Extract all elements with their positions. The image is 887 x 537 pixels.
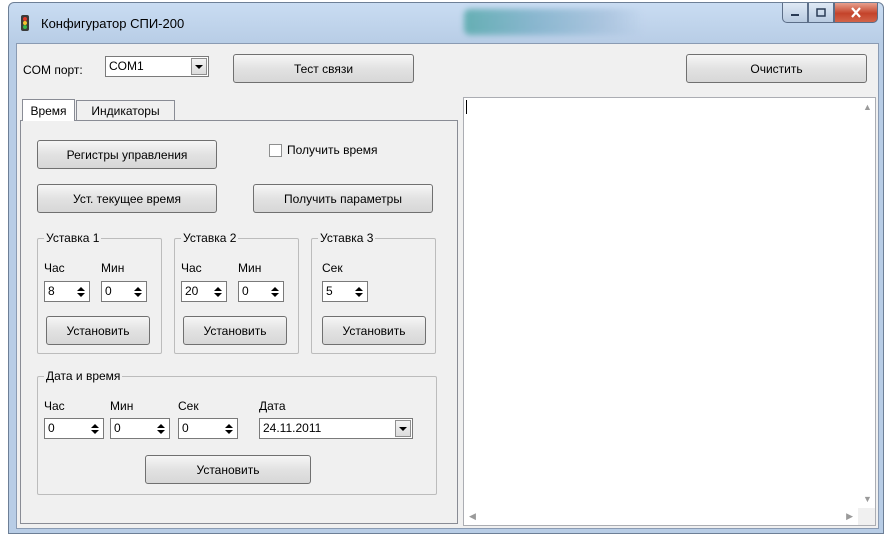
maximize-icon [816, 8, 826, 17]
datetime-date-label: Дата [259, 399, 286, 413]
setpoint-3-set-label: Установить [342, 323, 406, 338]
datetime-hour-value: 0 [48, 421, 55, 435]
setpoint-2-group: Уставка 2 Час Мин 20 0 Установить [174, 231, 299, 354]
setpoint-2-min-label: Мин [238, 261, 262, 275]
spin-arrows-icon[interactable] [88, 420, 102, 437]
datetime-sec-value: 0 [182, 421, 189, 435]
control-registers-button[interactable]: Регистры управления [37, 140, 217, 169]
tab-indicators[interactable]: Индикаторы [76, 100, 175, 121]
setpoint-2-title: Уставка 2 [181, 231, 239, 245]
blurred-background-window [464, 9, 644, 35]
setpoint-3-sec-spinner[interactable]: 5 [322, 281, 368, 302]
control-registers-label: Регистры управления [66, 147, 188, 162]
traffic-light-icon [21, 15, 29, 31]
setpoint-1-hour-label: Час [44, 261, 65, 275]
setpoint-2-min-spinner[interactable]: 0 [238, 281, 284, 302]
set-current-time-button[interactable]: Уст. текущее время [37, 184, 217, 213]
setpoint-1-group: Уставка 1 Час Мин 8 0 Установить [37, 231, 162, 354]
spin-arrows-icon[interactable] [352, 283, 366, 300]
spin-arrows-icon[interactable] [222, 420, 236, 437]
scroll-left-icon[interactable]: ◀ [469, 511, 476, 522]
setpoint-1-title: Уставка 1 [44, 231, 102, 245]
spin-arrows-icon[interactable] [131, 283, 145, 300]
get-time-checkbox[interactable] [269, 144, 282, 157]
setpoint-1-min-label: Мин [101, 261, 125, 275]
setpoint-3-sec-value: 5 [326, 284, 333, 298]
clear-button[interactable]: Очистить [686, 54, 867, 83]
setpoint-1-min-value: 0 [105, 284, 112, 298]
setpoint-1-set-button[interactable]: Установить [46, 316, 150, 345]
horizontal-scrollbar[interactable]: ◀ ▶ [464, 508, 858, 525]
get-parameters-label: Получить параметры [284, 191, 402, 206]
tab-control: Время Индикаторы Регистры управления Пол… [20, 99, 458, 526]
spin-arrows-icon[interactable] [74, 283, 88, 300]
datetime-sec-label: Сек [178, 399, 199, 413]
setpoint-1-set-label: Установить [66, 323, 130, 338]
clear-label: Очистить [750, 61, 803, 76]
datetime-min-label: Мин [110, 399, 134, 413]
datetime-group: Дата и время Час Мин Сек Дата 0 0 0 24.1… [37, 369, 437, 495]
close-button[interactable] [834, 3, 878, 23]
com-port-value: COM1 [109, 59, 144, 73]
scroll-down-icon[interactable]: ▼ [863, 494, 872, 504]
vertical-scrollbar[interactable]: ▲ ▼ [858, 98, 875, 508]
scroll-right-icon[interactable]: ▶ [846, 511, 853, 522]
setpoint-1-hour-value: 8 [48, 284, 55, 298]
get-parameters-button[interactable]: Получить параметры [253, 184, 433, 213]
minimize-icon [791, 13, 799, 16]
setpoint-3-title: Уставка 3 [318, 231, 376, 245]
datetime-hour-label: Час [44, 399, 65, 413]
window-title: Конфигуратор СПИ-200 [41, 16, 185, 31]
datetime-hour-spinner[interactable]: 0 [44, 418, 104, 439]
test-connection-button[interactable]: Тест связи [233, 54, 414, 83]
setpoint-1-hour-spinner[interactable]: 8 [44, 281, 90, 302]
date-picker[interactable]: 24.11.2011 [259, 418, 413, 439]
text-cursor [466, 100, 467, 114]
datetime-sec-spinner[interactable]: 0 [178, 418, 238, 439]
setpoint-2-min-value: 0 [242, 284, 249, 298]
close-icon [851, 7, 861, 18]
com-port-select[interactable]: COM1 [105, 56, 209, 77]
log-output-textarea[interactable]: ▲ ▼ ◀ ▶ [463, 97, 876, 526]
setpoint-3-group: Уставка 3 Сек 5 Установить [311, 231, 436, 354]
client-area: COM порт: COM1 Тест связи Очистить Время… [16, 43, 879, 529]
date-value: 24.11.2011 [263, 421, 322, 435]
chevron-down-icon[interactable] [395, 420, 411, 437]
tab-time[interactable]: Время [22, 99, 75, 121]
setpoint-2-set-label: Установить [203, 323, 267, 338]
spin-arrows-icon[interactable] [211, 283, 225, 300]
set-current-time-label: Уст. текущее время [73, 191, 181, 206]
datetime-min-spinner[interactable]: 0 [110, 418, 170, 439]
datetime-title: Дата и время [44, 369, 123, 383]
com-port-label: COM порт: [23, 63, 83, 77]
setpoint-2-hour-spinner[interactable]: 20 [181, 281, 227, 302]
setpoint-2-hour-value: 20 [185, 284, 199, 298]
spin-arrows-icon[interactable] [154, 420, 168, 437]
scroll-up-icon[interactable]: ▲ [863, 102, 872, 112]
tab-panel-time: Регистры управления Получить время Уст. … [20, 120, 458, 524]
tab-indicators-label: Индикаторы [91, 104, 160, 118]
chevron-down-icon[interactable] [191, 58, 207, 75]
minimize-button[interactable] [782, 3, 808, 23]
test-connection-label: Тест связи [293, 61, 354, 76]
datetime-set-label: Установить [196, 462, 260, 477]
get-time-label: Получить время [287, 143, 378, 157]
setpoint-1-min-spinner[interactable]: 0 [101, 281, 147, 302]
maximize-button[interactable] [808, 3, 834, 23]
datetime-set-button[interactable]: Установить [145, 455, 311, 484]
setpoint-2-hour-label: Час [181, 261, 202, 275]
spin-arrows-icon[interactable] [268, 283, 282, 300]
app-window: Конфигуратор СПИ-200 COM порт: COM1 Тест… [8, 2, 884, 534]
setpoint-3-sec-label: Сек [322, 261, 343, 275]
title-bar[interactable]: Конфигуратор СПИ-200 [9, 3, 883, 43]
tab-time-label: Время [30, 103, 67, 118]
datetime-min-value: 0 [114, 421, 121, 435]
setpoint-2-set-button[interactable]: Установить [183, 316, 287, 345]
scrollbar-corner [858, 508, 875, 525]
setpoint-3-set-button[interactable]: Установить [322, 316, 426, 345]
